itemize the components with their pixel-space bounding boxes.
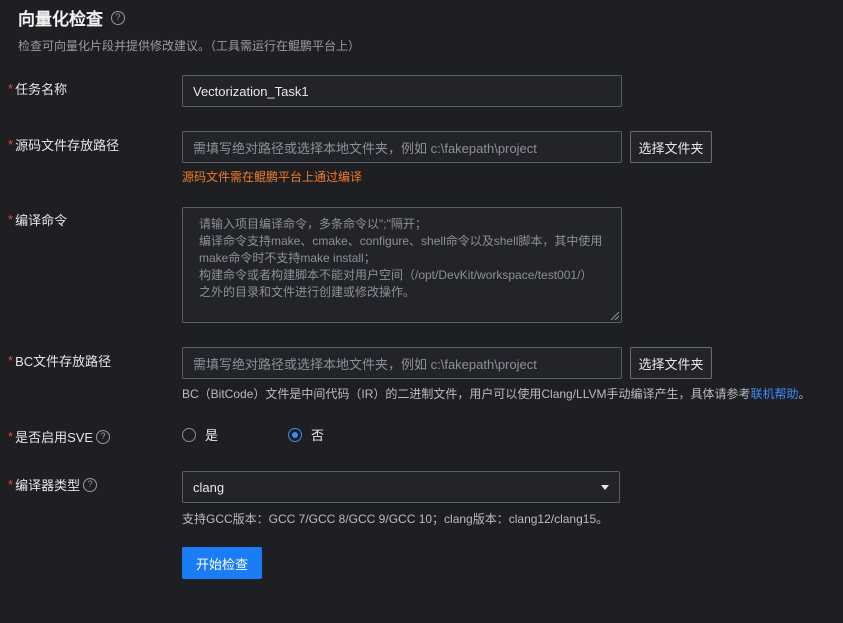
task-name-input[interactable]: Vectorization_Task1: [182, 75, 622, 107]
compile-cmd-label-text: 编译命令: [15, 213, 68, 228]
compiler-label-text: 编译器类型: [15, 478, 81, 493]
page-title: 向量化检查: [18, 10, 103, 29]
bc-path-label: * BC文件存放路径: [8, 351, 111, 370]
source-path-label: * 源码文件存放路径: [8, 135, 119, 154]
source-path-placeholder: 需填写绝对路径或选择本地文件夹，例如 c:\fakepath\project: [193, 140, 537, 156]
source-path-warning: 源码文件需在鲲鹏平台上通过编译: [182, 170, 363, 184]
task-name-value: Vectorization_Task1: [193, 83, 309, 99]
source-select-folder-button[interactable]: 选择文件夹: [630, 131, 712, 163]
radio-checked-icon: [288, 427, 302, 442]
bc-select-folder-button[interactable]: 选择文件夹: [630, 347, 712, 379]
compiler-select-value: clang: [193, 479, 225, 495]
compile-cmd-label: * 编译命令: [8, 210, 67, 229]
compile-cmd-placeholder-line: 构建命令或者构建脚本不能对用户空间（/opt/DevKit/workspace/…: [199, 268, 593, 282]
bc-path-input[interactable]: 需填写绝对路径或选择本地文件夹，例如 c:\fakepath\project: [182, 347, 622, 379]
source-path-label-text: 源码文件存放路径: [15, 138, 120, 153]
required-mark: *: [8, 212, 14, 227]
sve-label-text: 是否启用SVE: [15, 430, 94, 445]
compiler-note: 支持GCC版本：GCC 7/GCC 8/GCC 9/GCC 10；clang版本…: [182, 512, 609, 526]
help-icon[interactable]: ?: [111, 10, 125, 25]
sve-option-no[interactable]: 否: [288, 425, 324, 444]
required-mark: *: [8, 477, 14, 492]
compile-cmd-placeholder-line: 之外的目录和文件进行创建或修改操作。: [199, 285, 416, 299]
source-path-input[interactable]: 需填写绝对路径或选择本地文件夹，例如 c:\fakepath\project: [182, 131, 622, 163]
bc-path-placeholder: 需填写绝对路径或选择本地文件夹，例如 c:\fakepath\project: [193, 356, 537, 372]
bc-path-label-text: BC文件存放路径: [15, 354, 112, 369]
required-mark: *: [8, 137, 14, 152]
bc-note-text: BC（BitCode）文件是中间代码（IR）的二进制文件，用户可以使用Clang…: [182, 387, 751, 401]
required-mark: *: [8, 81, 14, 96]
start-check-button[interactable]: 开始检查: [182, 547, 262, 579]
online-help-link[interactable]: 联机帮助: [751, 387, 799, 401]
required-mark: *: [8, 429, 14, 444]
task-name-label: * 任务名称: [8, 79, 67, 98]
sve-option-yes[interactable]: 是: [182, 425, 218, 444]
page-header: 向量化检查 ?: [18, 5, 125, 30]
resize-handle[interactable]: [611, 312, 619, 320]
compiler-select[interactable]: clang: [182, 471, 620, 503]
sve-label: * 是否启用SVE ?: [8, 427, 111, 446]
compile-cmd-placeholder-line: 编译命令支持make、cmake、configure、shell命令以及shel…: [199, 234, 603, 248]
required-mark: *: [8, 353, 14, 368]
compile-cmd-textarea[interactable]: 请输入项目编译命令，多条命令以";"隔开； 编译命令支持make、cmake、c…: [182, 207, 622, 323]
sve-help-icon[interactable]: ?: [96, 429, 111, 444]
compiler-help-icon[interactable]: ?: [83, 477, 98, 492]
compile-cmd-placeholder-line: make命令时不支持make install；: [199, 251, 376, 265]
page-subtitle: 检查可向量化片段并提供修改建议。（工具需运行在鲲鹏平台上）: [18, 39, 361, 53]
bc-path-note: BC（BitCode）文件是中间代码（IR）的二进制文件，用户可以使用Clang…: [182, 385, 811, 402]
sve-option-yes-label: 是: [205, 428, 219, 443]
radio-unchecked-icon: [182, 427, 196, 442]
compile-cmd-placeholder-line: 请输入项目编译命令，多条命令以";"隔开；: [199, 217, 427, 231]
chevron-down-icon: [601, 485, 609, 490]
task-name-label-text: 任务名称: [15, 82, 68, 97]
bc-note-suffix: 。: [798, 387, 811, 401]
compiler-label: * 编译器类型 ?: [8, 475, 98, 494]
sve-option-no-label: 否: [311, 428, 325, 443]
